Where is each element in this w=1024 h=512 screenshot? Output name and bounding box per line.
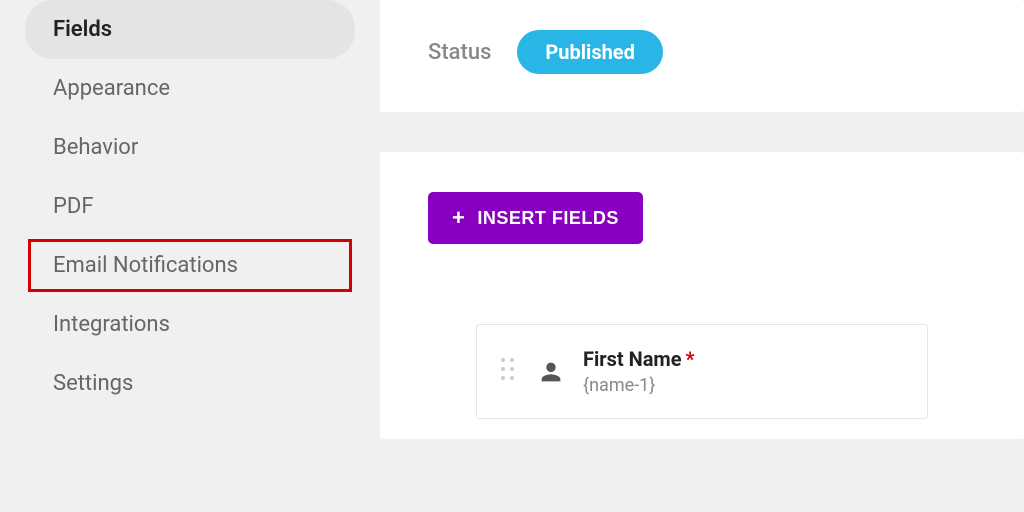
status-label: Status [428,40,491,65]
drag-handle-icon[interactable] [501,358,519,386]
field-card[interactable]: First Name* {name-1} [476,324,928,419]
plus-icon: + [452,207,465,229]
insert-fields-button[interactable]: + INSERT FIELDS [428,192,643,244]
field-label: First Name* [583,347,695,371]
insert-panel: + INSERT FIELDS First Name* {name-1} [380,152,1024,439]
main-content: Status Published + INSERT FIELDS First N… [380,0,1024,512]
sidebar-item-integrations[interactable]: Integrations [25,295,355,354]
sidebar-item-pdf[interactable]: PDF [25,177,355,236]
field-token: {name-1} [583,375,695,396]
sidebar-item-email-notifications[interactable]: Email Notifications [25,236,355,295]
sidebar-item-settings[interactable]: Settings [25,354,355,413]
required-asterisk: * [686,347,695,371]
insert-fields-label: INSERT FIELDS [477,208,619,229]
status-badge[interactable]: Published [517,30,662,74]
person-icon [537,358,565,386]
sidebar: Fields Appearance Behavior PDF Email Not… [0,0,380,512]
sidebar-item-fields[interactable]: Fields [25,0,355,59]
sidebar-item-appearance[interactable]: Appearance [25,59,355,118]
sidebar-item-behavior[interactable]: Behavior [25,118,355,177]
field-text: First Name* {name-1} [583,347,695,396]
status-panel: Status Published [380,0,1024,112]
